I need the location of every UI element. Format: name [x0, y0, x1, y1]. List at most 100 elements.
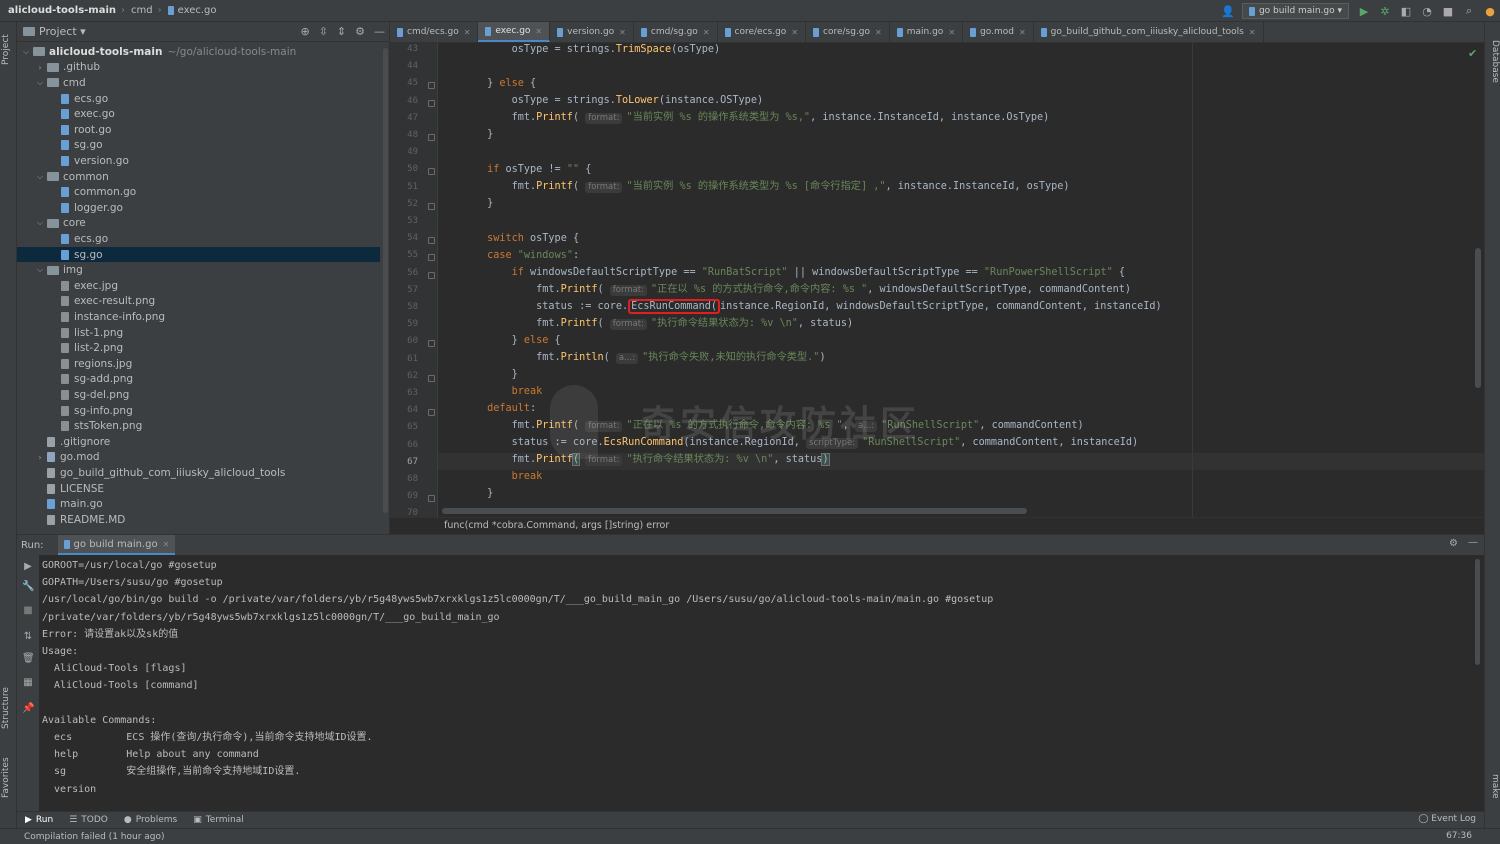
tree-item[interactable]: sg.go	[17, 246, 380, 263]
tree-item[interactable]: sg-info.png	[17, 403, 380, 419]
gear-icon[interactable]: ⚙	[355, 25, 365, 38]
tree-item[interactable]: LICENSE	[17, 481, 380, 497]
tree-item[interactable]: README.MD	[17, 512, 380, 528]
tree-item[interactable]: sg.go	[17, 138, 380, 154]
console-scrollbar[interactable]	[1475, 559, 1480, 665]
project-tool-tab[interactable]: Project	[1, 26, 16, 74]
editor-tab[interactable]: go_build_github_com_iiiusky_alicloud_too…	[1034, 22, 1264, 42]
close-icon[interactable]: ✕	[464, 28, 471, 37]
terminal-tool-tab[interactable]: ▣ Terminal	[193, 815, 244, 825]
tree-item[interactable]: .gitignore	[17, 434, 380, 450]
close-icon[interactable]: ✕	[703, 28, 710, 37]
tree-item[interactable]: stsToken.png	[17, 418, 380, 434]
todo-tool-tab[interactable]: ☰ TODO	[69, 815, 108, 825]
tree-item[interactable]: regions.jpg	[17, 356, 380, 372]
close-icon[interactable]: ✕	[948, 28, 955, 37]
tree-item[interactable]: › .github	[17, 60, 380, 76]
fold-marker-icon[interactable]	[428, 237, 435, 245]
favorites-tool-tab[interactable]: Favorites	[1, 750, 16, 806]
profile-icon[interactable]: ◔	[1421, 5, 1433, 18]
problems-tool-tab[interactable]: ● Problems	[124, 815, 177, 825]
database-tool-tab[interactable]: Database	[1486, 40, 1500, 90]
tree-item[interactable]: ecs.go	[17, 91, 380, 107]
tree-item[interactable]: exec.go	[17, 106, 380, 122]
close-icon[interactable]: ✕	[619, 28, 626, 37]
layout-icon[interactable]: ▦	[22, 677, 34, 688]
editor-tab[interactable]: go.mod ✕	[963, 22, 1034, 42]
user-icon[interactable]: 👤	[1221, 5, 1235, 18]
chevron-down-icon[interactable]: ⌵	[35, 78, 45, 88]
editor-tab[interactable]: core/ecs.go ✕	[718, 22, 807, 42]
project-scrollbar[interactable]	[383, 48, 388, 513]
chevron-right-icon[interactable]: ›	[35, 63, 45, 72]
nav-file[interactable]: exec.go	[178, 5, 217, 16]
expand-all-icon[interactable]: ⇳	[319, 25, 328, 38]
rerun-icon[interactable]: ▶	[22, 561, 34, 572]
locate-icon[interactable]: ⊕	[300, 25, 309, 38]
chevron-down-icon[interactable]: ▾	[80, 25, 86, 38]
chevron-down-icon[interactable]: ⌵	[35, 172, 45, 182]
caret-position[interactable]: 67:36	[1446, 831, 1472, 841]
fold-marker-icon[interactable]	[428, 202, 435, 210]
tree-item[interactable]: ⌵ core	[17, 216, 380, 232]
tree-item[interactable]: root.go	[17, 122, 380, 138]
project-panel-title[interactable]: Project	[39, 25, 77, 38]
close-icon[interactable]: ✕	[791, 28, 798, 37]
chevron-down-icon[interactable]: ⌵	[35, 265, 45, 275]
editor-vertical-scrollbar[interactable]	[1475, 248, 1481, 388]
stop-icon[interactable]: ■	[1442, 5, 1454, 18]
chevron-down-icon[interactable]: ⌵	[21, 47, 31, 57]
editor-tab[interactable]: core/sg.go ✕	[806, 22, 890, 42]
editor-tab[interactable]: version.go ✕	[550, 22, 634, 42]
code-breadcrumb[interactable]: func(cmd *cobra.Command, args []string) …	[390, 517, 1484, 534]
make-tool-tab[interactable]: make	[1486, 774, 1500, 804]
update-icon[interactable]: ●	[1484, 5, 1496, 18]
tree-item[interactable]: sg-add.png	[17, 372, 380, 388]
fold-marker-icon[interactable]	[428, 82, 435, 90]
close-icon[interactable]: ✕	[535, 27, 542, 36]
close-icon[interactable]: ✕	[875, 28, 882, 37]
tree-item[interactable]: instance-info.png	[17, 309, 380, 325]
tree-item[interactable]: ecs.go	[17, 231, 380, 247]
code-editor[interactable]: 43 44 45 46 47 48 49 50 51 52 53 54 55 56 57 58 59 60 61 62…	[390, 43, 1484, 517]
fold-marker-icon[interactable]	[428, 495, 435, 503]
coverage-icon[interactable]: ◧	[1400, 5, 1412, 18]
status-message[interactable]: Compilation failed (1 hour ago)	[24, 832, 165, 842]
tree-item[interactable]: go_build_github_com_iiiusky_alicloud_too…	[17, 465, 380, 481]
editor-horizontal-scrollbar[interactable]	[442, 508, 1027, 514]
tree-item[interactable]: ⌵ common	[17, 169, 380, 185]
editor-tab[interactable]: main.go ✕	[890, 22, 964, 42]
fold-marker-icon[interactable]	[428, 134, 435, 141]
tree-item[interactable]: ⌵ img	[17, 262, 380, 278]
fold-marker-icon[interactable]	[428, 168, 435, 176]
structure-tool-tab[interactable]: Structure	[1, 682, 16, 734]
fold-marker-icon[interactable]	[428, 254, 435, 262]
close-icon[interactable]: ✕	[1249, 28, 1256, 37]
no-problems-check-icon[interactable]: ✔	[1468, 47, 1477, 60]
run-tab[interactable]: go build main.go ✕	[57, 535, 176, 555]
run-tool-tab[interactable]: ▶ Run	[25, 815, 53, 825]
nav-folder[interactable]: cmd	[131, 5, 153, 16]
fold-marker-icon[interactable]	[428, 271, 435, 279]
tree-item[interactable]: list-2.png	[17, 340, 380, 356]
chevron-right-icon[interactable]: ›	[35, 453, 45, 462]
stop-icon[interactable]: ■	[22, 605, 34, 616]
search-icon[interactable]: ⌕	[1463, 4, 1475, 18]
editor-tab[interactable]: cmd/ecs.go ✕	[390, 22, 479, 42]
hide-icon[interactable]: —	[374, 25, 385, 38]
tree-item[interactable]: common.go	[17, 184, 380, 200]
editor-tab[interactable]: cmd/sg.go ✕	[634, 22, 718, 42]
wrench-icon[interactable]: 🔧	[22, 581, 34, 592]
run-config-select[interactable]: go build main.go ▾	[1241, 3, 1349, 19]
trash-icon[interactable]: 🗑	[22, 653, 35, 664]
run-icon[interactable]: ▶	[1358, 5, 1370, 18]
gear-icon[interactable]: ⚙	[1449, 538, 1458, 549]
minimize-icon[interactable]: —	[1468, 537, 1478, 548]
tree-item[interactable]: › go.mod	[17, 450, 380, 466]
tree-item[interactable]: sg-del.png	[17, 387, 380, 403]
sort-icon[interactable]: ⇅	[22, 631, 34, 642]
fold-marker-icon[interactable]	[428, 409, 435, 417]
collapse-all-icon[interactable]: ⇕	[337, 25, 346, 38]
tree-item[interactable]: version.go	[17, 153, 380, 169]
tree-item[interactable]: exec.jpg	[17, 278, 380, 294]
